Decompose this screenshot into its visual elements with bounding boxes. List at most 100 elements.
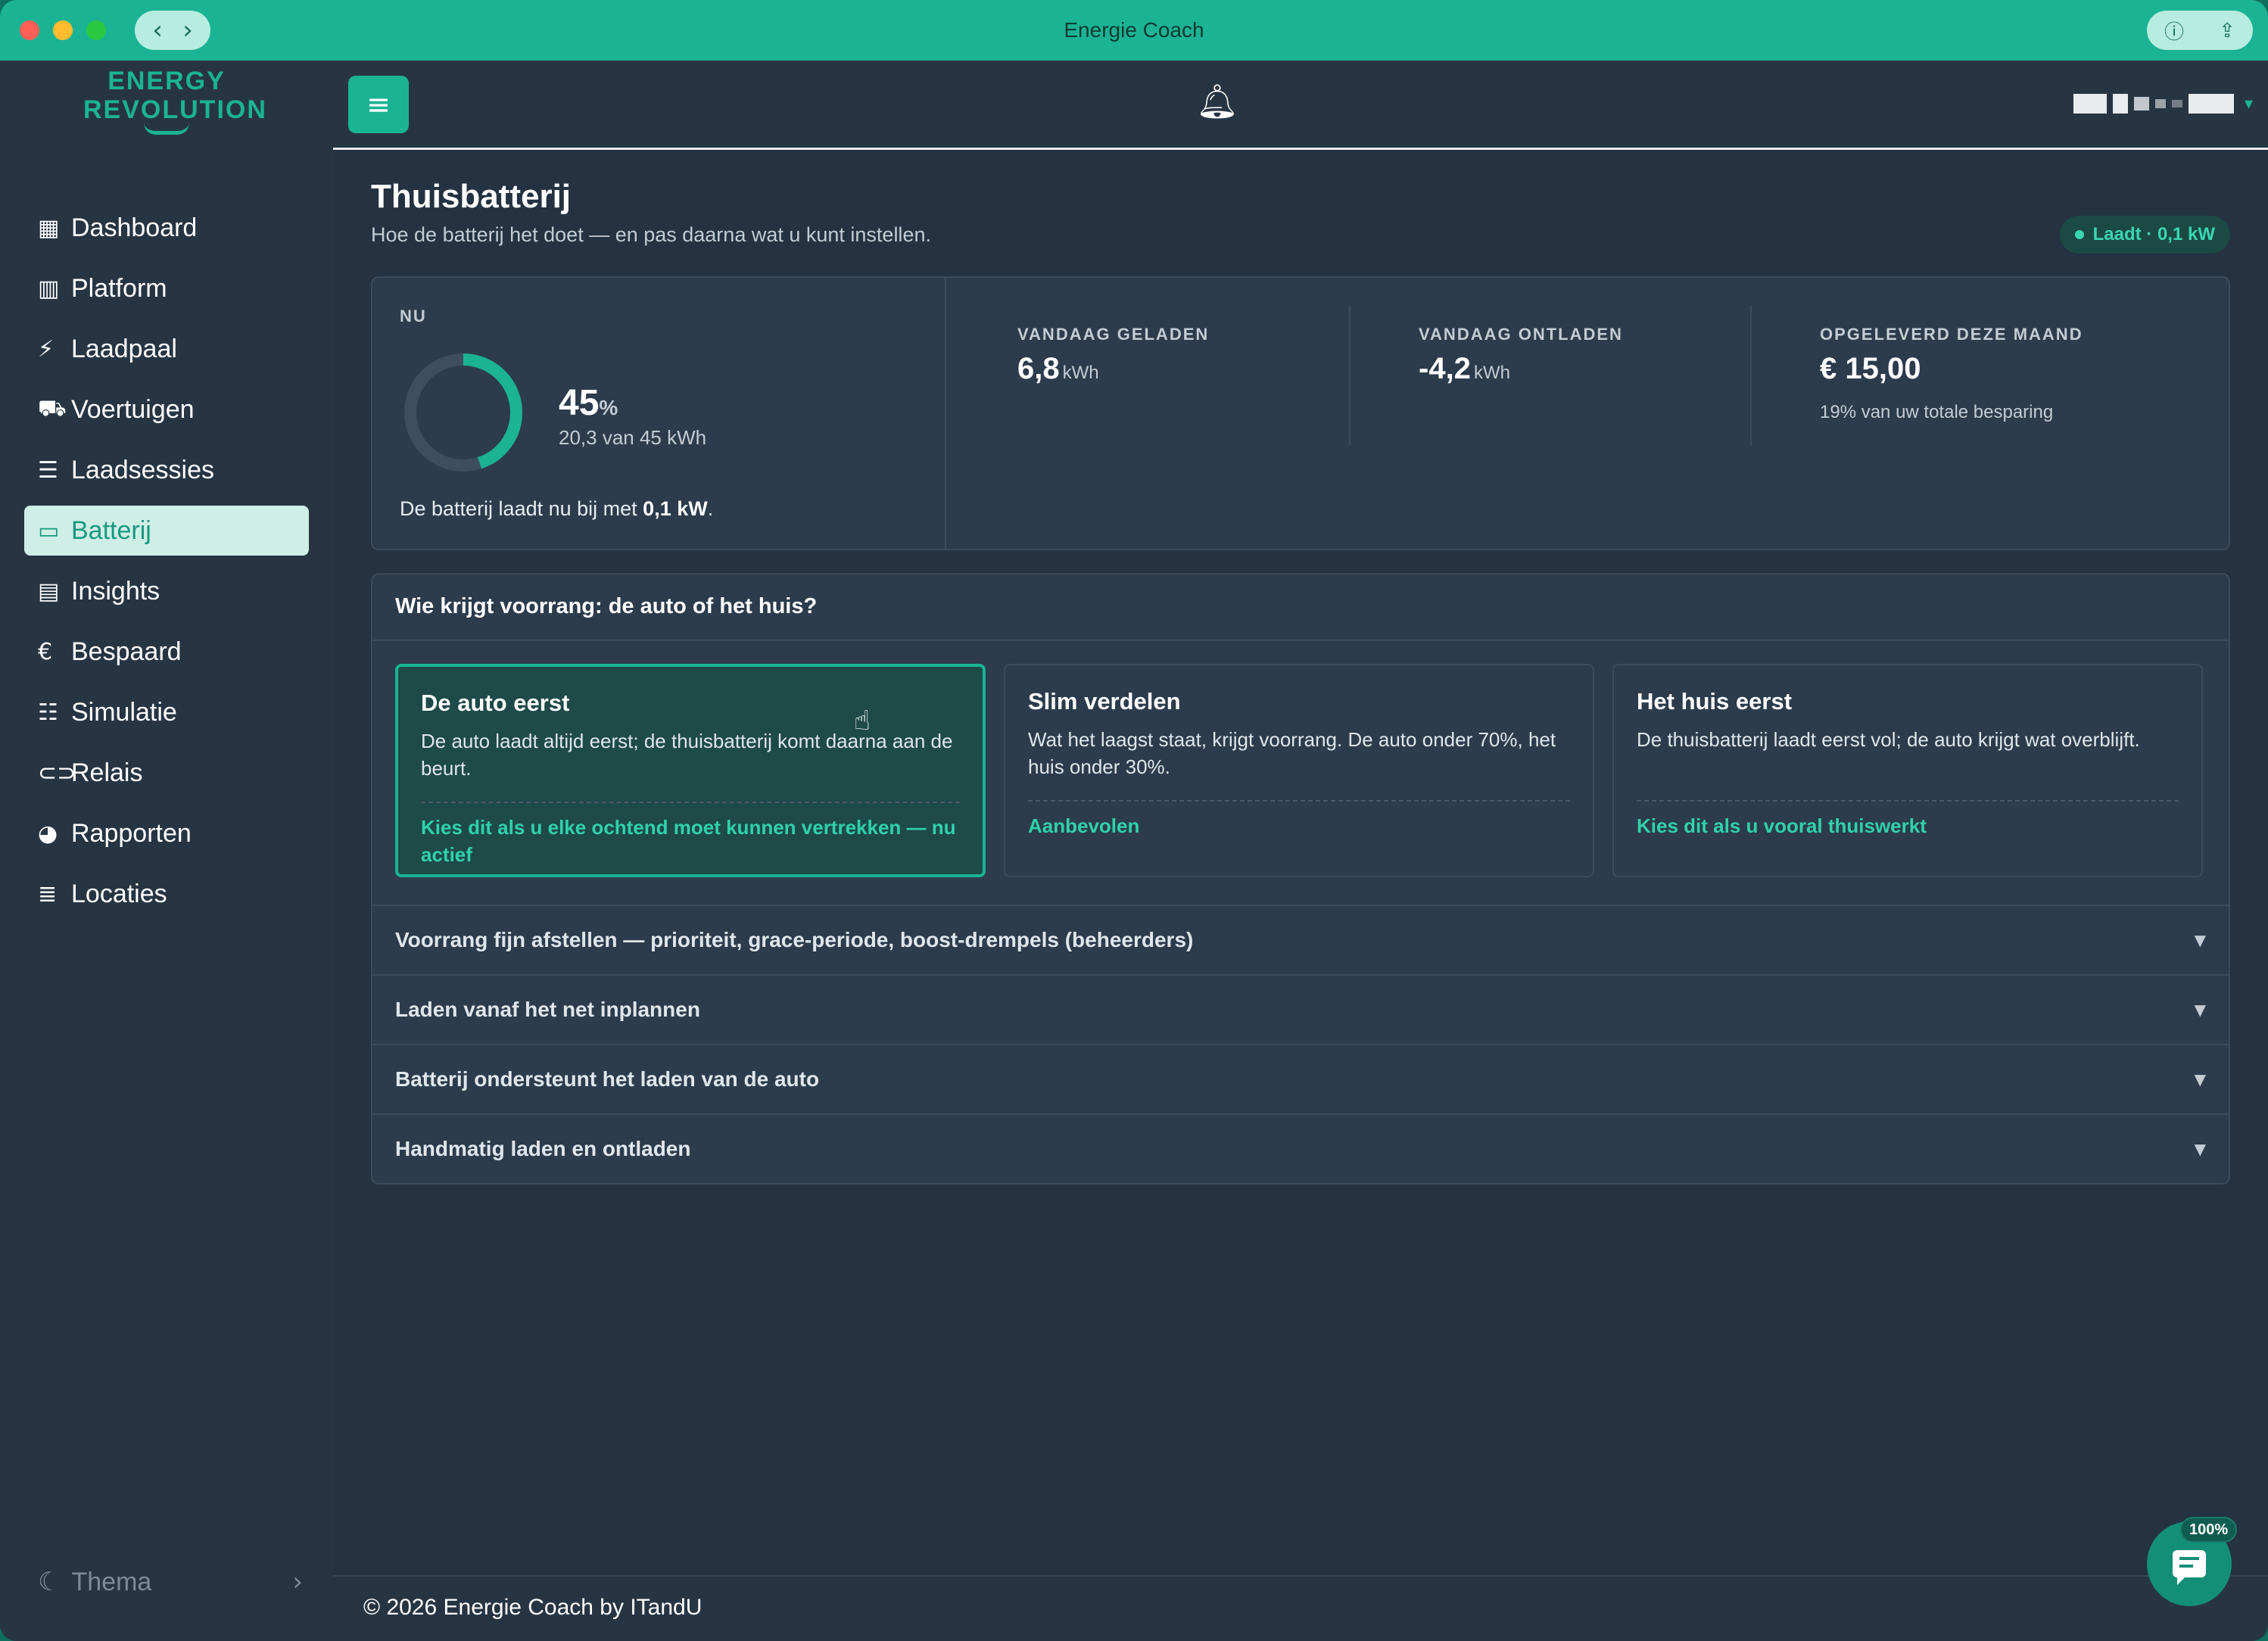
redacted-username	[2188, 94, 2234, 114]
caret-down-icon: ▼	[2194, 1001, 2206, 1019]
grid-icon: ▦	[38, 214, 60, 241]
charged-unit: kWh	[1062, 363, 1099, 383]
sidebar-item-insights[interactable]: ▤ Insights	[24, 566, 309, 616]
battery-stats-card: NU 45% 20,3 van 45 kWh De batterij laadt…	[371, 276, 2230, 550]
hamburger-icon: ≡	[366, 88, 391, 121]
share-icon[interactable]: ⇪	[2219, 19, 2235, 42]
option-house-first[interactable]: Het huis eerst De thuisbatterij laadt ee…	[1612, 664, 2203, 877]
chat-line	[2179, 1565, 2193, 1568]
status-dot-icon	[2074, 230, 2084, 239]
sidebar-item-laadsessies[interactable]: ☰ Laadsessies	[24, 445, 309, 495]
caret-down-icon: ▼	[2194, 931, 2206, 949]
caret-down-icon: ▼	[2194, 1070, 2206, 1088]
charged-label: VANDAAG GELADEN	[1017, 325, 1210, 344]
priority-heading: Wie krijgt voorrang: de auto of het huis…	[395, 594, 818, 618]
sidebar: ENERGY REVOLUTION ▦ Dashboard ▥ Platform ⚡…	[0, 61, 333, 1641]
accordion-label: Handmatig laden en ontladen	[395, 1137, 691, 1160]
charging-now-text: De batterij laadt nu bij met 0,1 kW.	[400, 497, 713, 521]
user-menu[interactable]: ▾	[2073, 94, 2253, 114]
sidebar-item-label: Locaties	[71, 879, 167, 908]
titlebar-actions: ⓘ ⇪	[2147, 11, 2253, 50]
brand-logo[interactable]: ENERGY REVOLUTION	[83, 67, 266, 142]
status-badge-text: Laadt · 0,1 kW	[2092, 224, 2215, 244]
divider	[421, 802, 960, 803]
info-icon[interactable]: ⓘ	[2164, 17, 2184, 45]
menu-toggle-button[interactable]: ≡	[348, 76, 409, 133]
option-note: Kies dit als u elke ochtend moet kunnen …	[421, 816, 956, 866]
option-note: Aanbevolen	[1028, 814, 1140, 837]
accordion-label: Batterij ondersteunt het laden van de au…	[395, 1067, 820, 1091]
sidebar-item-laadpaal[interactable]: ⚡ Laadpaal	[24, 324, 309, 374]
sidebar-item-bespaard[interactable]: € Bespaard	[24, 627, 309, 677]
delivered-sub: 19% van uw totale besparing	[1820, 402, 2054, 422]
sidebar-item-label: Laadsessies	[71, 455, 215, 484]
battery-icon: ▭	[38, 517, 60, 544]
sidebar-item-label: Relais	[71, 758, 143, 787]
now-text-suffix: .	[707, 497, 714, 520]
option-note: Kies dit als u vooral thuiswerkt	[1637, 814, 1927, 837]
chat-icon	[2173, 1550, 2206, 1585]
soc-detail: 20,3 van 45 kWh	[559, 426, 707, 449]
accordion-grid-schedule[interactable]: Laden vanaf het net inplannen ▼	[372, 974, 2229, 1044]
stats-divider	[945, 278, 946, 549]
status-badge: Laadt · 0,1 kW	[2059, 216, 2230, 254]
sidebar-nav: ▦ Dashboard ▥ Platform ⚡ Laadpaal ⛟ Voertuig…	[24, 203, 309, 929]
accordion-battery-support[interactable]: Batterij ondersteunt het laden van de au…	[372, 1044, 2229, 1113]
delivered-label: OPGELEVERD DEZE MAAND	[1820, 325, 2083, 344]
accordion-label: Laden vanaf het net inplannen	[395, 998, 700, 1021]
sidebar-item-label: Bespaard	[71, 637, 182, 666]
sidebar-item-dashboard[interactable]: ▦ Dashboard	[24, 203, 309, 253]
pointer-cursor-icon: ☝	[854, 705, 871, 736]
title-bar: ‹ › Energie Coach ⓘ ⇪	[0, 0, 2268, 61]
discharged-number: -4,2	[1419, 352, 1471, 385]
discharged-value: -4,2 kWh	[1419, 352, 1510, 386]
server-icon: ≣	[38, 880, 58, 908]
option-description: De thuisbatterij laadt eerst vol; de aut…	[1637, 728, 2140, 751]
accordion-fine-tune[interactable]: Voorrang fijn afstellen — prioriteit, gr…	[372, 905, 2229, 974]
moon-icon: ☾	[38, 1567, 61, 1597]
option-title: Slim verdelen	[1028, 688, 1181, 715]
logo-line-1: ENERGY	[107, 67, 226, 95]
top-bar: ≡ 🔔︎ ▾	[333, 61, 2268, 150]
option-car-first[interactable]: De auto eerst De auto laadt altijd eerst…	[395, 664, 986, 877]
sidebar-item-relais[interactable]: ⊂⊃ Relais	[24, 748, 309, 798]
option-title: Het huis eerst	[1637, 688, 1793, 715]
stats-divider	[1750, 305, 1752, 446]
caret-down-icon: ▼	[2194, 1140, 2206, 1158]
sidebar-item-platform[interactable]: ▥ Platform	[24, 263, 309, 313]
theme-toggle[interactable]: ☾ Thema ›	[38, 1567, 303, 1597]
sidebar-item-locaties[interactable]: ≣ Locaties	[24, 869, 309, 919]
priority-card: Wie krijgt voorrang: de auto of het huis…	[371, 573, 2230, 1185]
sidebar-item-label: Dashboard	[71, 213, 198, 242]
now-text-prefix: De batterij laadt nu bij met	[400, 497, 643, 520]
sidebar-item-voertuigen[interactable]: ⛟ Voertuigen	[24, 385, 309, 434]
charged-number: 6,8	[1017, 352, 1060, 385]
option-smart-split[interactable]: Slim verdelen Wat het laagst staat, krij…	[1004, 664, 1594, 877]
sidebar-item-batterij[interactable]: ▭ Batterij	[24, 506, 309, 556]
bar-chart-icon: ▥	[38, 275, 60, 302]
caret-down-icon: ▾	[2244, 94, 2253, 114]
pie-chart-icon: ◕	[38, 820, 58, 847]
divider	[372, 640, 2229, 641]
now-label: NU	[400, 307, 427, 325]
delivered-value: € 15,00	[1820, 352, 1921, 385]
stats-divider	[1349, 305, 1351, 446]
logo-smile-icon	[144, 123, 189, 135]
chat-line	[2179, 1557, 2199, 1560]
accordion-manual[interactable]: Handmatig laden en ontladen ▼	[372, 1113, 2229, 1183]
sidebar-item-rapporten[interactable]: ◕ Rapporten	[24, 808, 309, 858]
soc-ring-gauge	[404, 353, 522, 472]
sliders-icon: ☷	[38, 699, 58, 726]
chat-badge: 100%	[2180, 1517, 2238, 1543]
discharged-unit: kWh	[1473, 363, 1510, 383]
sidebar-item-simulatie[interactable]: ☷ Simulatie	[24, 687, 309, 737]
theme-label: Thema	[71, 1567, 152, 1596]
sidebar-item-label: Voertuigen	[71, 394, 195, 424]
window-title: Energie Coach	[1064, 18, 1204, 42]
sidebar-item-label: Platform	[71, 273, 167, 303]
bell-icon[interactable]: 🔔︎	[1196, 82, 1238, 121]
sidebar-item-label: Insights	[71, 576, 160, 606]
soc-number: 45	[559, 383, 600, 423]
footer: © 2026 Energie Coach by ITandU	[333, 1575, 2268, 1641]
page-title: Thuisbatterij	[371, 178, 572, 215]
